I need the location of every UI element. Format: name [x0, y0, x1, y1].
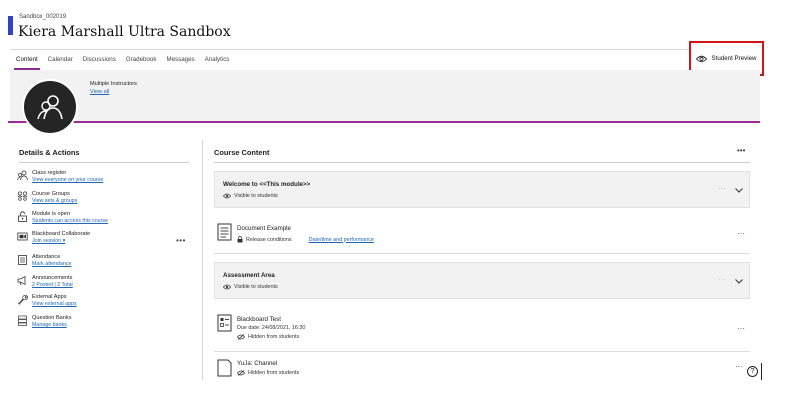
course-content-title: Course Content — [214, 148, 270, 157]
page-title: Kiera Marshall Ultra Sandbox — [18, 24, 231, 40]
course-groups-icon — [17, 191, 28, 202]
details-item-link[interactable]: View external apps — [32, 301, 77, 308]
details-item-title: Class register — [32, 170, 67, 176]
question-bank-icon — [17, 315, 28, 326]
module-title: Welcome to <<This module>> — [223, 181, 311, 188]
test-icon — [217, 314, 232, 332]
page-icon — [217, 359, 232, 377]
view-all-instructors-link[interactable]: View all — [90, 89, 109, 95]
content-item-more-button[interactable]: ··· — [737, 324, 745, 333]
course-id: Sandbox_002019 — [19, 14, 67, 20]
content-item-title[interactable]: YuJa: Channel — [237, 360, 277, 367]
module-more-button[interactable]: ··· — [718, 275, 726, 284]
content-item-more-button[interactable]: ··· — [735, 362, 743, 371]
eye-icon — [223, 284, 231, 290]
collaborate-icon — [17, 231, 28, 242]
module-welcome[interactable]: Welcome to <<This module>> Visible to st… — [214, 171, 750, 208]
content-item-visibility: Hidden from students — [237, 334, 299, 340]
details-item-collaborate[interactable]: Blackboard Collaborate Join session ▾ — [17, 231, 90, 245]
collaborate-more-button[interactable]: ••• — [176, 236, 186, 245]
tab-gradebook[interactable]: Gradebook — [126, 54, 157, 68]
instructors-label: Multiple Instructors — [90, 81, 137, 87]
details-item-external-apps[interactable]: External Apps View external apps — [17, 294, 77, 308]
details-item-title: External Apps — [32, 294, 67, 300]
details-item-link[interactable]: Students can access this course — [32, 218, 108, 225]
module-visibility: Visible to students — [223, 193, 278, 199]
module-title: Assessment Area — [223, 272, 275, 279]
course-banner — [10, 70, 760, 123]
banner-accent-line — [8, 121, 760, 123]
details-item-title: Course Groups — [32, 191, 70, 197]
module-assessment-area[interactable]: Assessment Area Visible to students ··· — [214, 262, 750, 299]
details-item-module-open[interactable]: Module is open Students can access this … — [17, 211, 108, 225]
details-actions-title: Details & Actions — [19, 148, 80, 157]
details-item-attendance[interactable]: Attendance Mark attendance — [17, 254, 71, 268]
details-item-title: Module is open — [32, 211, 70, 217]
due-date: Due date: 24/08/2021, 16:30 — [237, 325, 306, 331]
course-accent-bar — [8, 16, 13, 35]
details-item-announcements[interactable]: Announcements 2 Posted | 2 Total — [17, 275, 73, 289]
visibility-label: Hidden from students — [248, 334, 300, 340]
student-preview-label: Student Preview — [711, 55, 757, 62]
details-item-title: Blackboard Collaborate — [32, 231, 91, 237]
instructors-avatar[interactable] — [22, 79, 78, 135]
module-visibility: Visible to students — [223, 284, 278, 290]
course-tabs: Content Calendar Discussions Gradebook M… — [14, 54, 239, 70]
course-content-more-button[interactable]: ••• — [737, 146, 745, 155]
eye-hidden-icon — [237, 334, 245, 340]
details-item-question-banks[interactable]: Question Banks Manage banks — [17, 315, 72, 329]
content-item-document[interactable]: Document Example Release conditions Date… — [214, 217, 750, 254]
lock-icon — [237, 236, 243, 243]
module-more-button[interactable]: ··· — [718, 184, 726, 193]
content-item-title[interactable]: Blackboard Test — [237, 316, 281, 323]
users-icon — [37, 95, 63, 120]
eye-hidden-icon — [237, 370, 245, 376]
details-item-class-register[interactable]: Class register View everyone on your cou… — [17, 170, 103, 184]
help-divider — [761, 363, 762, 380]
class-register-icon — [17, 170, 28, 181]
column-divider — [202, 140, 203, 380]
tab-discussions[interactable]: Discussions — [83, 54, 116, 68]
eye-preview-icon — [696, 50, 708, 68]
tab-messages[interactable]: Messages — [166, 54, 194, 68]
content-item-title[interactable]: Document Example — [237, 225, 291, 232]
content-item-yuja[interactable]: YuJa: Channel Hidden from students ··· — [214, 353, 750, 381]
lock-open-icon — [17, 211, 28, 222]
details-item-link[interactable]: Mark attendance — [32, 261, 71, 268]
content-item-test[interactable]: Blackboard Test Due date: 24/08/2021, 16… — [214, 308, 750, 352]
document-icon — [217, 223, 232, 241]
join-session-link[interactable]: Join session ▾ — [32, 238, 90, 245]
tab-analytics[interactable]: Analytics — [205, 54, 230, 68]
details-item-link[interactable]: 2 Posted | 2 Total — [32, 282, 73, 289]
wrench-icon — [17, 294, 28, 305]
details-item-link[interactable]: View sets & groups — [32, 198, 77, 205]
eye-icon — [223, 193, 231, 199]
details-item-link[interactable]: View everyone on your course — [32, 177, 103, 184]
content-item-visibility: Hidden from students — [237, 370, 299, 376]
visibility-label: Visible to students — [234, 193, 278, 199]
details-item-title: Question Banks — [32, 315, 72, 321]
help-button[interactable]: ? — [747, 366, 758, 377]
details-item-course-groups[interactable]: Course Groups View sets & groups — [17, 191, 77, 205]
chevron-down-icon[interactable] — [734, 276, 744, 286]
content-item-meta: Release conditions Date/time and perform… — [237, 236, 374, 243]
date-time-performance-link[interactable]: Date/time and performance — [309, 237, 374, 243]
details-item-link[interactable]: Manage banks — [32, 322, 72, 329]
details-item-title: Announcements — [32, 275, 73, 281]
tab-content[interactable]: Content — [14, 54, 40, 70]
visibility-label: Hidden from students — [248, 370, 300, 376]
tab-calendar[interactable]: Calendar — [48, 54, 73, 68]
content-item-more-button[interactable]: ··· — [737, 229, 745, 238]
details-item-title: Attendance — [32, 254, 61, 260]
attendance-icon — [17, 254, 28, 265]
chevron-down-icon[interactable] — [734, 185, 744, 195]
visibility-label: Visible to students — [234, 284, 278, 290]
header-divider — [10, 49, 760, 50]
details-divider — [19, 162, 189, 163]
megaphone-icon — [17, 275, 28, 286]
course-content-divider — [214, 162, 750, 163]
release-conditions-label[interactable]: Release conditions — [246, 237, 292, 243]
